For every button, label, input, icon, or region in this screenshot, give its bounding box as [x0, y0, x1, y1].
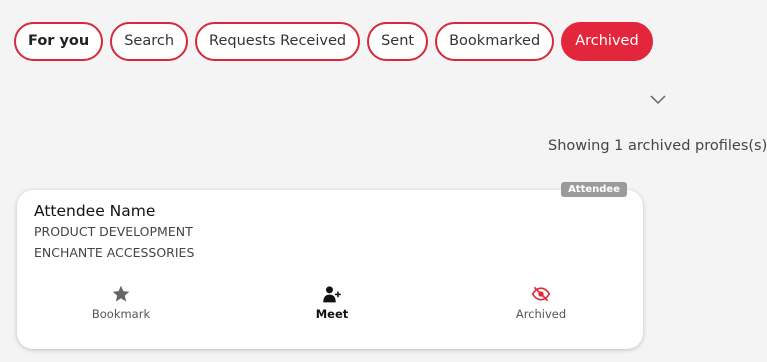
tab-bar: For you Search Requests Received Sent Bo… [14, 22, 653, 61]
chevron-down-icon[interactable] [648, 92, 668, 106]
attendee-company: ENCHANTE ACCESSORIES [34, 245, 195, 260]
tab-search[interactable]: Search [110, 22, 189, 61]
tab-sent[interactable]: Sent [367, 22, 429, 61]
tab-archived[interactable]: Archived [561, 22, 653, 61]
page: For you Search Requests Received Sent Bo… [0, 0, 767, 362]
results-count-text: Showing 1 archived profiles(s) [548, 138, 767, 154]
tab-for-you[interactable]: For you [14, 22, 104, 61]
profile-card[interactable]: Attendee Attendee Name PRODUCT DEVELOPME… [17, 182, 643, 349]
star-icon [112, 285, 130, 302]
eye-slash-icon [531, 286, 551, 302]
add-user-icon [323, 286, 341, 303]
attendee-department: PRODUCT DEVELOPMENT [34, 224, 193, 239]
role-badge: Attendee [561, 182, 627, 197]
tab-bookmarked[interactable]: Bookmarked [435, 22, 555, 61]
bookmark-label: Bookmark [91, 307, 151, 321]
tab-requests-received[interactable]: Requests Received [195, 22, 361, 61]
attendee-name: Attendee Name [34, 202, 156, 220]
bookmark-button[interactable]: Bookmark [61, 284, 181, 321]
archived-button[interactable]: Archived [481, 284, 601, 321]
meet-label: Meet [315, 307, 349, 321]
archived-label: Archived [515, 307, 567, 321]
meet-button[interactable]: Meet [272, 284, 392, 321]
